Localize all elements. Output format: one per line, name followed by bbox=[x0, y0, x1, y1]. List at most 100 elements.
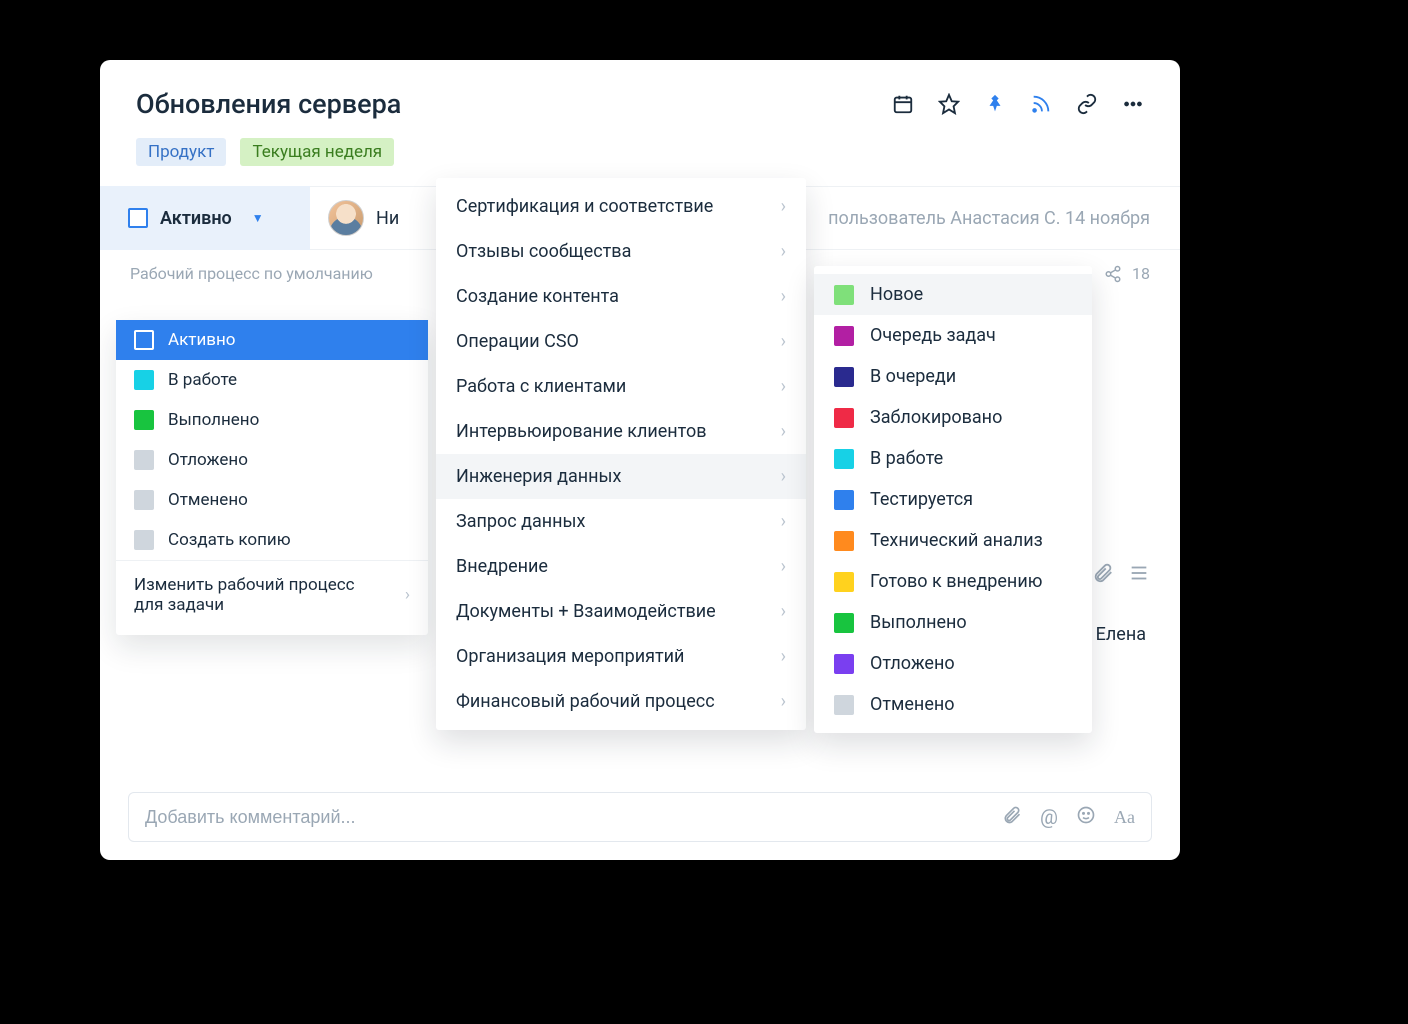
format-icon[interactable]: Aa bbox=[1114, 807, 1135, 828]
substatus-option-label: В работе bbox=[870, 448, 943, 469]
card-header: Обновления сервера bbox=[100, 60, 1180, 138]
status-option-label: Отложено bbox=[168, 450, 248, 470]
substatus-option-label: Очередь задач bbox=[870, 325, 996, 346]
emoji-icon[interactable] bbox=[1076, 805, 1096, 830]
workflow-option[interactable]: Запрос данных › bbox=[436, 499, 806, 544]
workflow-option-label: Сертификация и соответствие bbox=[456, 196, 713, 217]
share-count[interactable]: 18 bbox=[1104, 264, 1150, 283]
substatus-option[interactable]: Выполнено bbox=[814, 602, 1092, 643]
status-option[interactable]: Выполнено bbox=[116, 400, 428, 440]
status-option-label: Активно bbox=[168, 330, 236, 350]
substatus-option[interactable]: Заблокировано bbox=[814, 397, 1092, 438]
workflow-option-label: Запрос данных bbox=[456, 511, 585, 532]
workflow-submenu: Сертификация и соответствие › Отзывы сообщ… bbox=[436, 178, 806, 730]
task-card: Обновления сервера Продукт Текущая не bbox=[100, 60, 1180, 860]
tag-week[interactable]: Текущая неделя bbox=[240, 138, 394, 166]
share-number: 18 bbox=[1132, 264, 1150, 283]
substatus-option-label: Технический анализ bbox=[870, 530, 1043, 551]
substatus-option-label: Готово к внедрению bbox=[870, 571, 1042, 592]
workflow-option[interactable]: Внедрение› bbox=[436, 544, 806, 589]
workflow-option[interactable]: Интервьюирование клиентов › bbox=[436, 409, 806, 454]
change-workflow-label: Изменить рабочий процесс для задачи bbox=[134, 575, 384, 615]
color-swatch bbox=[834, 572, 854, 592]
chevron-right-icon: › bbox=[781, 286, 786, 307]
pin-icon[interactable] bbox=[984, 93, 1006, 115]
change-workflow-button[interactable]: Изменить рабочий процесс для задачи › bbox=[116, 560, 428, 629]
substatus-option[interactable]: Очередь задач bbox=[814, 315, 1092, 356]
status-option[interactable]: Отменено bbox=[116, 480, 428, 520]
substatus-option[interactable]: В очереди bbox=[814, 356, 1092, 397]
status-option[interactable]: Создать копию bbox=[116, 520, 428, 560]
chevron-right-icon: › bbox=[405, 585, 410, 605]
link-icon[interactable] bbox=[1076, 93, 1098, 115]
status-option[interactable]: Отложено bbox=[116, 440, 428, 480]
workflow-option[interactable]: Документы + Взаимодействие › bbox=[436, 589, 806, 634]
substatus-option[interactable]: Новое bbox=[814, 274, 1092, 315]
substatus-option-label: Выполнено bbox=[870, 612, 967, 633]
chevron-right-icon: › bbox=[781, 511, 786, 532]
substatus-option[interactable]: Готово к внедрению bbox=[814, 561, 1092, 602]
workflow-option-label: Финансовый рабочий процесс bbox=[456, 691, 715, 712]
status-dropdown: Активно В работе Выполнено Отложено Отменено… bbox=[116, 320, 428, 635]
star-icon[interactable] bbox=[938, 93, 960, 115]
workflow-option[interactable]: Сертификация и соответствие › bbox=[436, 184, 806, 229]
workflow-option[interactable]: Отзывы сообщества› bbox=[436, 229, 806, 274]
workflow-option[interactable]: Инженерия данных› bbox=[436, 454, 806, 499]
color-swatch bbox=[834, 408, 854, 428]
workflow-option-label: Операции CSO bbox=[456, 331, 579, 352]
color-swatch bbox=[834, 613, 854, 633]
workflow-option[interactable]: Создание контента› bbox=[436, 274, 806, 319]
substatus-option-label: Отложено bbox=[870, 653, 955, 674]
substatus-option[interactable]: В работе bbox=[814, 438, 1092, 479]
status-checkbox[interactable] bbox=[128, 208, 148, 228]
color-swatch bbox=[134, 490, 154, 510]
assignee[interactable]: Ни bbox=[310, 200, 417, 236]
color-swatch bbox=[134, 330, 154, 350]
mention-icon[interactable]: @ bbox=[1040, 805, 1058, 829]
rss-icon[interactable] bbox=[1030, 93, 1052, 115]
color-swatch bbox=[834, 367, 854, 387]
color-swatch bbox=[134, 530, 154, 550]
color-swatch bbox=[134, 410, 154, 430]
status-option[interactable]: В работе bbox=[116, 360, 428, 400]
color-swatch bbox=[834, 449, 854, 469]
chevron-right-icon: › bbox=[781, 196, 786, 217]
substatus-option-label: Тестируется bbox=[870, 489, 973, 510]
attach-icon[interactable] bbox=[1002, 805, 1022, 830]
substatus-option[interactable]: Отложено bbox=[814, 643, 1092, 684]
paperclip-icon[interactable] bbox=[1092, 562, 1114, 584]
color-swatch bbox=[834, 695, 854, 715]
status-option-label: Выполнено bbox=[168, 410, 259, 430]
substatus-option-label: Заблокировано bbox=[870, 407, 1002, 428]
workflow-option-label: Документы + Взаимодействие bbox=[456, 601, 716, 622]
color-swatch bbox=[834, 490, 854, 510]
workflow-option[interactable]: Операции CSO › bbox=[436, 319, 806, 364]
workflow-option-label: Интервьюирование клиентов bbox=[456, 421, 707, 442]
color-swatch bbox=[134, 370, 154, 390]
substatus-option-label: В очереди bbox=[870, 366, 956, 387]
calendar-icon[interactable] bbox=[892, 93, 914, 115]
status-dropdown-trigger[interactable]: Активно ▼ bbox=[100, 186, 310, 250]
comment-input[interactable] bbox=[145, 807, 984, 828]
color-swatch bbox=[834, 326, 854, 346]
task-title: Обновления сервера bbox=[136, 88, 401, 120]
workflow-option[interactable]: Финансовый рабочий процесс › bbox=[436, 679, 806, 724]
list-icon[interactable] bbox=[1128, 562, 1150, 584]
tag-product[interactable]: Продукт bbox=[136, 138, 226, 166]
workflow-option[interactable]: Организация мероприятий› bbox=[436, 634, 806, 679]
chevron-right-icon: › bbox=[781, 421, 786, 442]
more-icon[interactable] bbox=[1122, 93, 1144, 115]
status-label: Активно bbox=[160, 208, 232, 229]
workflow-label: Рабочий процесс по умолчанию bbox=[130, 264, 373, 283]
workflow-option[interactable]: Работа с клиентами› bbox=[436, 364, 806, 409]
chevron-right-icon: › bbox=[781, 691, 786, 712]
workflow-option-label: Инженерия данных bbox=[456, 466, 621, 487]
chevron-right-icon: › bbox=[781, 601, 786, 622]
status-option[interactable]: Активно bbox=[116, 320, 428, 360]
substatus-option[interactable]: Тестируется bbox=[814, 479, 1092, 520]
chevron-right-icon: › bbox=[781, 331, 786, 352]
caret-down-icon: ▼ bbox=[252, 211, 264, 225]
substatus-option[interactable]: Отменено bbox=[814, 684, 1092, 725]
substatus-option[interactable]: Технический анализ bbox=[814, 520, 1092, 561]
avatar bbox=[328, 200, 364, 236]
